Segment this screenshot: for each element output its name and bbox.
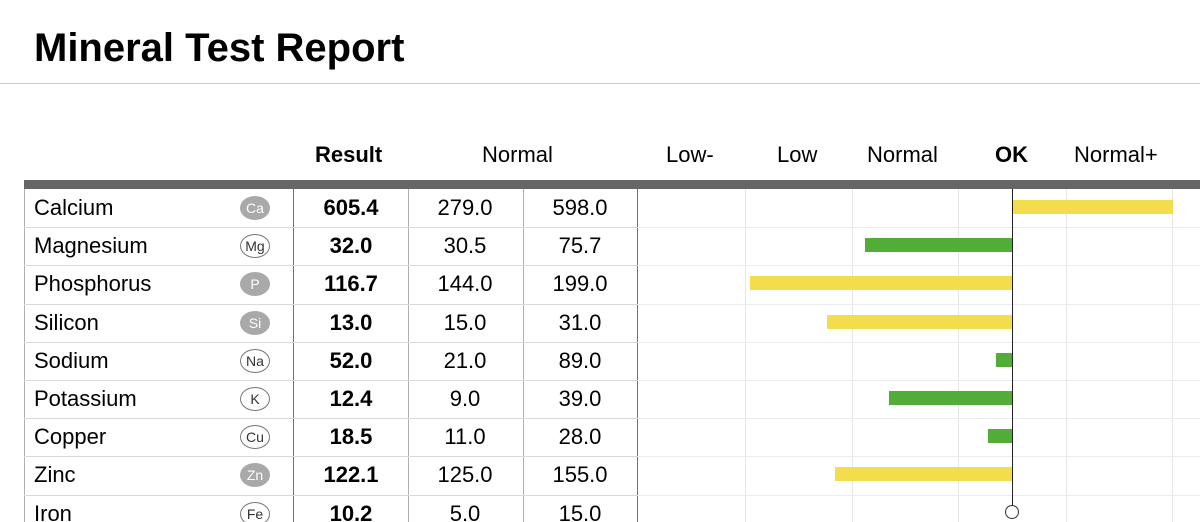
element-symbol-badge: Si (240, 310, 270, 335)
title-divider (0, 83, 1200, 84)
mineral-name: Phosphorus (34, 271, 152, 297)
page-title: Mineral Test Report (34, 26, 405, 70)
chart-gridline (1066, 189, 1067, 522)
deviation-bar-potassium (888, 391, 1012, 405)
chart-row-gridline (638, 380, 1200, 381)
result-value: 52.0 (329, 347, 373, 373)
normal-high-value: 155.0 (552, 462, 608, 488)
scale-label-ok: OK (995, 142, 1028, 167)
chart-row-gridline (638, 456, 1200, 457)
chart-left-border (637, 189, 638, 522)
element-symbol-badge: K (240, 387, 270, 411)
mineral-name: Iron (34, 500, 72, 522)
chart-gridline (745, 189, 746, 522)
element-symbol-badge: Na (240, 348, 270, 373)
mineral-name: Sodium (34, 347, 109, 373)
result-column-header: Result (315, 142, 383, 167)
result-value: 122.1 (323, 462, 379, 488)
scale-label-normal: Normal (867, 142, 938, 167)
normal-low-value: 125.0 (437, 462, 493, 488)
result-value: 605.4 (323, 195, 379, 220)
deviation-bar-magnesium (865, 238, 1012, 253)
normal-low-value: 21.0 (443, 347, 487, 373)
deviation-bar-sodium (995, 352, 1012, 367)
chart-row-gridline (638, 342, 1200, 343)
row-divider (24, 418, 638, 419)
chart-row-gridline (638, 227, 1200, 228)
chart-row-gridline (638, 495, 1200, 496)
row-divider (24, 304, 638, 305)
ok-baseline (1012, 189, 1013, 509)
element-symbol-badge: Mg (240, 234, 270, 259)
deviation-bar-zinc (835, 467, 1012, 482)
element-symbol-badge: P (240, 272, 270, 297)
row-divider (24, 342, 638, 343)
row-divider (24, 380, 638, 381)
scale-label-normal-plus: Normal+ (1074, 142, 1158, 167)
result-value: 18.5 (329, 424, 373, 450)
result-value: 10.2 (329, 500, 373, 522)
element-symbol-badge: Zn (240, 463, 270, 488)
deviation-bar-phosphorus (749, 276, 1012, 291)
chart-row-gridline (638, 304, 1200, 305)
normal-low-value: 30.5 (443, 233, 487, 259)
deviation-bar-copper (988, 429, 1012, 444)
chart-gridline (1172, 189, 1173, 522)
chart-row-gridline (638, 418, 1200, 419)
mineral-name: Calcium (34, 195, 114, 220)
row-divider (24, 456, 638, 457)
normal-low-value: 279.0 (437, 195, 493, 220)
ok-baseline-marker (1005, 505, 1019, 519)
deviation-bar-silicon (826, 314, 1012, 329)
scale-label-low: Low (777, 142, 818, 167)
mineral-name: Potassium (34, 386, 137, 411)
mineral-name: Copper (34, 424, 107, 450)
normal-high-value: 28.0 (558, 424, 602, 450)
element-symbol-badge: Cu (240, 425, 270, 450)
normal-low-value: 5.0 (449, 500, 481, 522)
row-divider (24, 227, 638, 228)
row-divider (24, 265, 638, 266)
normal-high-value: 15.0 (558, 500, 602, 522)
normal-high-value: 75.7 (558, 233, 602, 259)
normal-high-value: 199.0 (552, 271, 608, 297)
result-value: 32.0 (329, 233, 373, 259)
element-symbol-badge: Ca (240, 196, 270, 220)
normal-low-value: 144.0 (437, 271, 493, 297)
result-value: 116.7 (324, 271, 378, 297)
normal-high-value: 89.0 (558, 347, 602, 373)
normal-high-value: 598.0 (552, 195, 608, 220)
normal-low-value: 9.0 (449, 386, 481, 411)
result-value: 12.4 (329, 386, 373, 411)
mineral-name: Zinc (34, 462, 76, 488)
normal-low-value: 11.0 (444, 424, 486, 450)
mineral-name: Magnesium (34, 233, 148, 259)
normal-low-value: 15.0 (443, 309, 487, 335)
result-value: 13.0 (329, 309, 373, 335)
header-bar (24, 180, 1200, 189)
scale-label-low-minus: Low- (666, 142, 714, 167)
deviation-bar-calcium (1012, 200, 1173, 214)
element-symbol-badge: Fe (240, 501, 270, 522)
normal-high-value: 31.0 (558, 309, 602, 335)
normal-column-header: Normal (482, 142, 553, 167)
table-left-border (24, 189, 25, 522)
row-divider (24, 495, 638, 496)
mineral-name: Silicon (34, 309, 99, 335)
chart-row-gridline (638, 265, 1200, 266)
normal-high-value: 39.0 (558, 386, 602, 411)
